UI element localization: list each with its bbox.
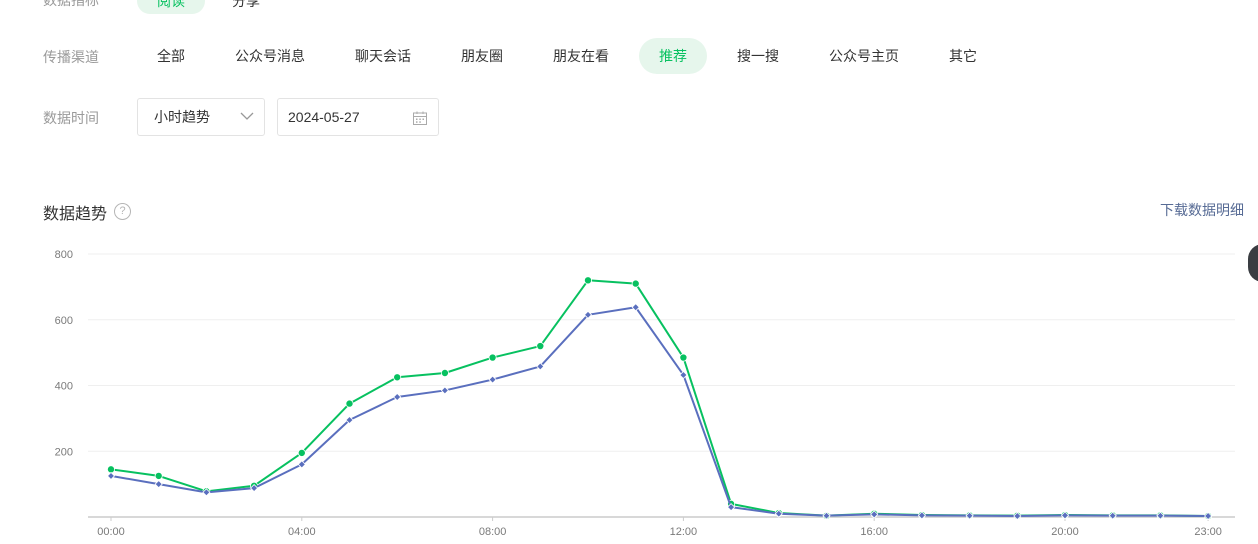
channel-option-0[interactable]: 全部	[141, 38, 201, 74]
channel-filter-label: 传播渠道	[43, 49, 99, 65]
data-point	[154, 480, 163, 489]
data-point	[631, 279, 640, 288]
x-tick-label: 12:00	[670, 526, 698, 538]
data-point	[488, 353, 497, 362]
section-title: 数据趋势	[43, 206, 108, 223]
y-tick-label: 400	[55, 381, 73, 393]
x-tick-label: 08:00	[479, 526, 507, 538]
channel-option-2[interactable]: 聊天会话	[343, 38, 423, 74]
granularity-select[interactable]: 小时趋势	[137, 98, 265, 136]
data-point	[536, 342, 545, 351]
help-icon[interactable]: ?	[114, 203, 131, 220]
channel-option-4[interactable]: 朋友在看	[541, 38, 621, 74]
channel-option-7[interactable]: 公众号主页	[816, 38, 912, 74]
data-point	[393, 392, 402, 402]
y-tick-label: 800	[55, 249, 73, 261]
x-tick-label: 20:00	[1051, 526, 1079, 538]
y-tick-label: 200	[55, 446, 73, 458]
data-point	[154, 471, 163, 480]
series-line-0	[110, 279, 1209, 518]
date-picker[interactable]: 2024-05-27	[277, 98, 439, 136]
chevron-down-icon	[240, 112, 254, 120]
date-value: 2024-05-27	[288, 109, 360, 125]
data-point	[679, 353, 688, 362]
x-tick-label: 16:00	[860, 526, 888, 538]
metric-filter-label: 数据指标	[43, 0, 99, 8]
x-tick-label: 04:00	[288, 526, 316, 538]
series-line-1	[110, 306, 1209, 518]
data-point	[393, 373, 402, 382]
data-point	[106, 471, 116, 480]
x-tick-label: 00:00	[97, 526, 125, 538]
data-point	[440, 386, 449, 395]
data-point	[584, 276, 593, 285]
metric-option-active[interactable]: 阅读	[137, 0, 205, 14]
download-details-link[interactable]: 下载数据明细	[1160, 200, 1244, 220]
channel-option-3[interactable]: 朋友圈	[450, 38, 514, 74]
data-point	[488, 375, 497, 384]
metric-option[interactable]: 分享	[232, 0, 260, 14]
trend-chart: 200 400 600 800 00:00 04:00 08:00 12:00 16:00 20:…	[55, 249, 1235, 538]
y-tick-label: 600	[55, 315, 73, 327]
channel-option-5[interactable]: 推荐	[639, 38, 707, 74]
channel-option-6[interactable]: 搜一搜	[726, 38, 790, 74]
data-point	[440, 369, 449, 378]
time-filter-label: 数据时间	[43, 110, 99, 126]
channel-option-1[interactable]: 公众号消息	[222, 38, 318, 74]
channel-option-8[interactable]: 其它	[935, 38, 991, 74]
data-point	[345, 399, 354, 408]
calendar-icon	[413, 111, 427, 125]
granularity-value: 小时趋势	[154, 109, 210, 125]
data-point	[297, 448, 306, 457]
x-tick-label: 23:00	[1194, 526, 1222, 538]
